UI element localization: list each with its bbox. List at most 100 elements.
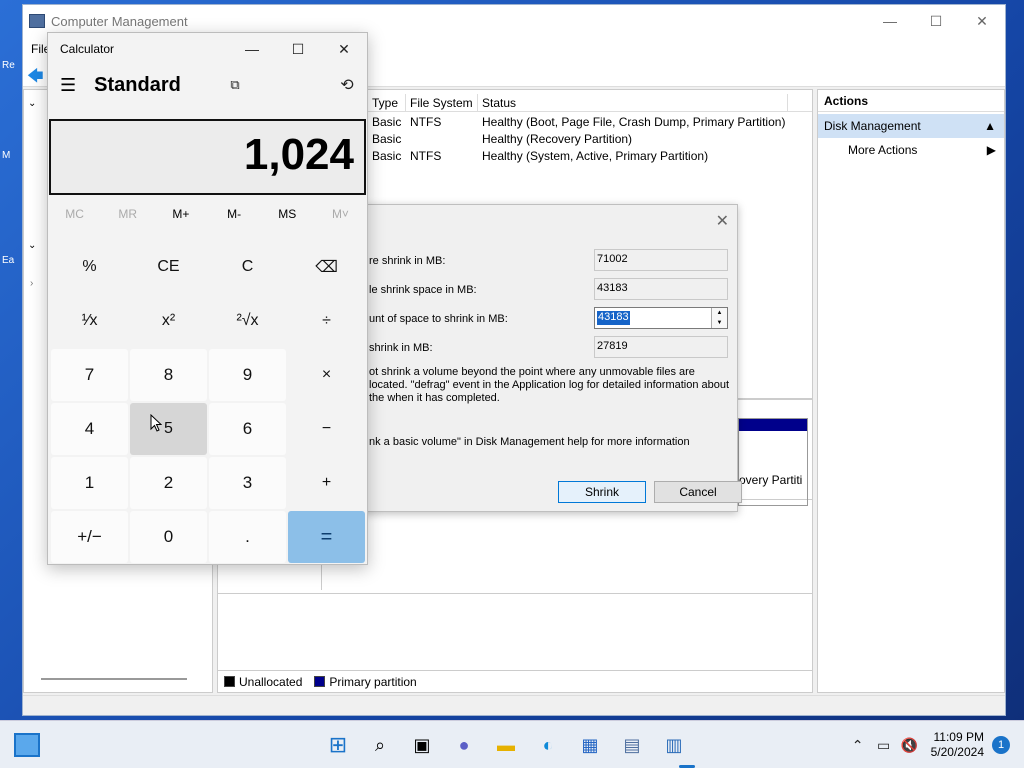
- desktop-icon[interactable]: Re: [2, 60, 22, 71]
- actions-pane: Actions Disk Management ▲ More Actions ▶: [817, 89, 1005, 693]
- primary-partition-bar: [739, 419, 807, 431]
- square-root-key[interactable]: ²√x: [209, 295, 286, 347]
- edge-icon[interactable]: ◐: [532, 729, 564, 761]
- window-title: Computer Management: [51, 13, 188, 29]
- percent-key[interactable]: %: [51, 241, 128, 293]
- digit-0-key[interactable]: 0: [130, 511, 207, 563]
- recovery-partition-block[interactable]: overy Partiti: [738, 418, 808, 506]
- expand-chevron-icon[interactable]: ⌄: [28, 98, 36, 109]
- digit-7-key[interactable]: 7: [51, 349, 128, 401]
- memory-list-button[interactable]: M˅: [314, 207, 367, 221]
- digit-1-key[interactable]: 1: [51, 457, 128, 509]
- maximize-button[interactable]: ☐: [913, 5, 959, 37]
- file-explorer-icon[interactable]: ▬: [490, 729, 522, 761]
- digit-8-key[interactable]: 8: [130, 349, 207, 401]
- store-icon[interactable]: ▦: [574, 729, 606, 761]
- square-key[interactable]: x²: [130, 295, 207, 347]
- subtract-key[interactable]: −: [288, 403, 365, 455]
- collapse-chevron-icon[interactable]: ›: [30, 278, 33, 289]
- task-view-icon[interactable]: ▣: [406, 729, 438, 761]
- taskbar-apps: ⊞ ⌕ ▣ ● ▬ ◐ ▦ ▤ ▥: [322, 729, 690, 761]
- calculator-mode: Standard: [94, 73, 181, 96]
- volume-muted-icon[interactable]: 🔇: [897, 737, 923, 754]
- column-file-system[interactable]: File System: [406, 94, 478, 111]
- size-after-shrink-label: shrink in MB:: [369, 342, 433, 354]
- action-disk-management[interactable]: Disk Management ▲: [818, 114, 1004, 138]
- size-after-shrink-value: 27819: [594, 336, 728, 358]
- history-icon[interactable]: ⟲: [327, 75, 367, 95]
- start-icon[interactable]: ⊞: [322, 729, 354, 761]
- search-icon[interactable]: ⌕: [364, 729, 396, 761]
- clear-entry-key[interactable]: CE: [130, 241, 207, 293]
- negate-key[interactable]: +/−: [51, 511, 128, 563]
- multiply-key[interactable]: ×: [288, 349, 365, 401]
- help-link-text[interactable]: nk a basic volume" in Disk Management he…: [369, 436, 731, 449]
- memory-add-button[interactable]: M+: [154, 207, 207, 221]
- legend-unallocated: Unallocated: [224, 675, 302, 689]
- keypad: % CE C ⌫ ¹⁄x x² ²√x ÷ 7 8 9 × 4 5 6− 1 2 3 + +/− 0. =: [51, 241, 365, 563]
- column-type[interactable]: Type: [368, 94, 406, 111]
- expand-chevron-icon[interactable]: ⌄: [28, 240, 36, 251]
- calculator-taskbar-icon[interactable]: ▥: [658, 729, 690, 761]
- unallocated-swatch: [224, 676, 235, 687]
- amount-to-shrink-input[interactable]: 43183 ▲ ▼: [594, 307, 728, 329]
- dialog-body: re shrink in MB: 71002 le shrink space i…: [353, 237, 737, 511]
- memory-subtract-button[interactable]: M-: [208, 207, 261, 221]
- shrink-button[interactable]: Shrink: [558, 481, 646, 503]
- digit-9-key[interactable]: 9: [209, 349, 286, 401]
- horizontal-scrollbar[interactable]: [41, 678, 187, 680]
- desktop-icon[interactable]: Ea: [2, 255, 22, 266]
- equals-key[interactable]: =: [288, 511, 365, 563]
- minimize-button[interactable]: —: [229, 41, 275, 57]
- close-button[interactable]: ✕: [321, 41, 367, 58]
- close-button[interactable]: ✕: [959, 5, 1005, 37]
- available-shrink-value: 43183: [594, 278, 728, 300]
- system-tray: ⌃ ▭ 🔇 11:09 PM 5/20/2024 1: [845, 721, 1024, 768]
- actions-header: Actions: [818, 90, 1004, 112]
- hamburger-menu-icon[interactable]: ☰: [60, 75, 76, 96]
- digit-3-key[interactable]: 3: [209, 457, 286, 509]
- backspace-key[interactable]: ⌫: [288, 241, 365, 293]
- chevron-up-icon[interactable]: ⌃: [845, 737, 871, 754]
- total-size-value: 71002: [594, 249, 728, 271]
- computer-management-taskbar-icon[interactable]: ▤: [616, 729, 648, 761]
- taskbar: ⊞ ⌕ ▣ ● ▬ ◐ ▦ ▤ ▥ ⌃ ▭ 🔇 11:09 PM 5/20/20…: [0, 720, 1024, 768]
- chat-icon[interactable]: ●: [448, 729, 480, 761]
- digit-2-key[interactable]: 2: [130, 457, 207, 509]
- network-icon[interactable]: ▭: [871, 737, 897, 754]
- notification-badge[interactable]: 1: [992, 736, 1010, 754]
- digit-6-key[interactable]: 6: [209, 403, 286, 455]
- back-arrow-icon[interactable]: 🡄: [27, 65, 44, 92]
- desktop-icon[interactable]: M: [2, 150, 22, 161]
- calculator-header: ☰ Standard ⧉ ⟲: [48, 65, 367, 105]
- total-size-label: re shrink in MB:: [369, 255, 446, 267]
- legend-primary: Primary partition: [314, 675, 417, 689]
- memory-clear-button[interactable]: MC: [48, 207, 101, 221]
- amount-to-shrink-label: unt of space to shrink in MB:: [369, 313, 508, 325]
- decimal-key[interactable]: .: [209, 511, 286, 563]
- spin-control[interactable]: ▲ ▼: [711, 308, 727, 328]
- keep-on-top-icon[interactable]: ⧉: [215, 77, 255, 93]
- divide-key[interactable]: ÷: [288, 295, 365, 347]
- status-bar: [23, 695, 1005, 715]
- clear-key[interactable]: C: [209, 241, 286, 293]
- minimize-button[interactable]: —: [867, 5, 913, 37]
- digit-4-key[interactable]: 4: [51, 403, 128, 455]
- calculator-title-bar: Calculator — ☐ ✕: [48, 33, 367, 65]
- memory-recall-button[interactable]: MR: [101, 207, 154, 221]
- calculator-window: Calculator — ☐ ✕ ☰ Standard ⧉ ⟲ 1,024 MC…: [47, 32, 368, 565]
- digit-5-key[interactable]: 5: [130, 403, 207, 455]
- maximize-button[interactable]: ☐: [275, 41, 321, 58]
- cancel-button[interactable]: Cancel: [654, 481, 742, 503]
- add-key[interactable]: +: [288, 457, 365, 509]
- reciprocal-key[interactable]: ¹⁄x: [51, 295, 128, 347]
- column-status[interactable]: Status: [478, 94, 788, 111]
- action-more-actions[interactable]: More Actions ▶: [818, 138, 1004, 162]
- clock[interactable]: 11:09 PM 5/20/2024: [931, 730, 984, 760]
- shrink-volume-dialog: ✕ re shrink in MB: 71002 le shrink space…: [352, 204, 742, 512]
- collapse-up-icon: ▲: [984, 119, 996, 133]
- memory-store-button[interactable]: MS: [261, 207, 314, 221]
- computer-management-icon: [29, 14, 45, 28]
- close-icon[interactable]: ✕: [716, 211, 729, 231]
- widgets-icon[interactable]: [14, 733, 40, 757]
